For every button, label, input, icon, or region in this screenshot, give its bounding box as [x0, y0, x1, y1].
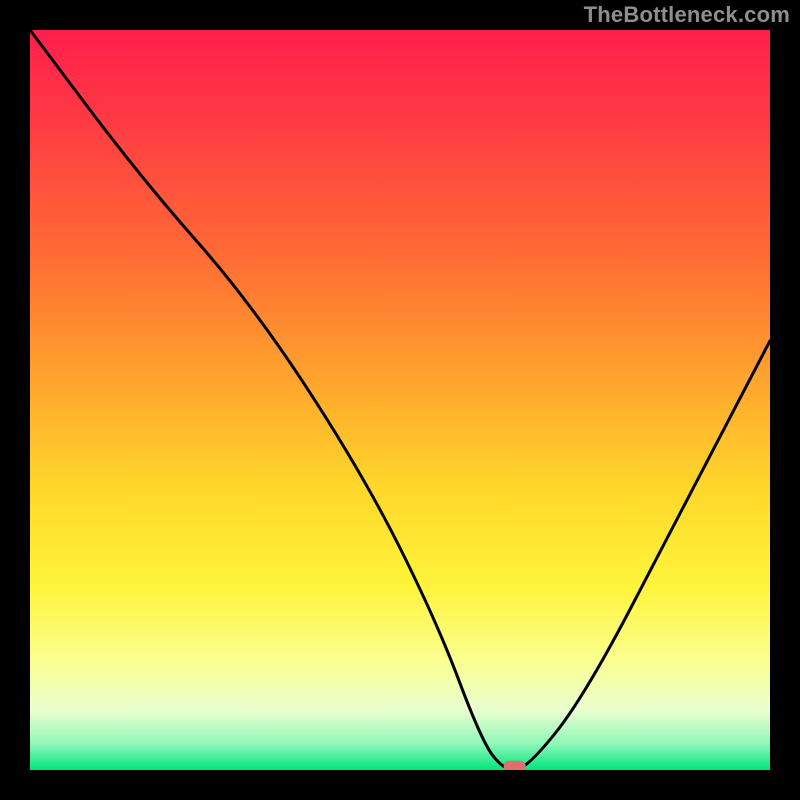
gradient-background [30, 30, 770, 770]
chart-frame: TheBottleneck.com [0, 0, 800, 800]
bottleneck-chart [30, 30, 770, 770]
plot-area [30, 30, 770, 770]
watermark-text: TheBottleneck.com [584, 2, 790, 28]
optimal-marker [504, 761, 526, 770]
